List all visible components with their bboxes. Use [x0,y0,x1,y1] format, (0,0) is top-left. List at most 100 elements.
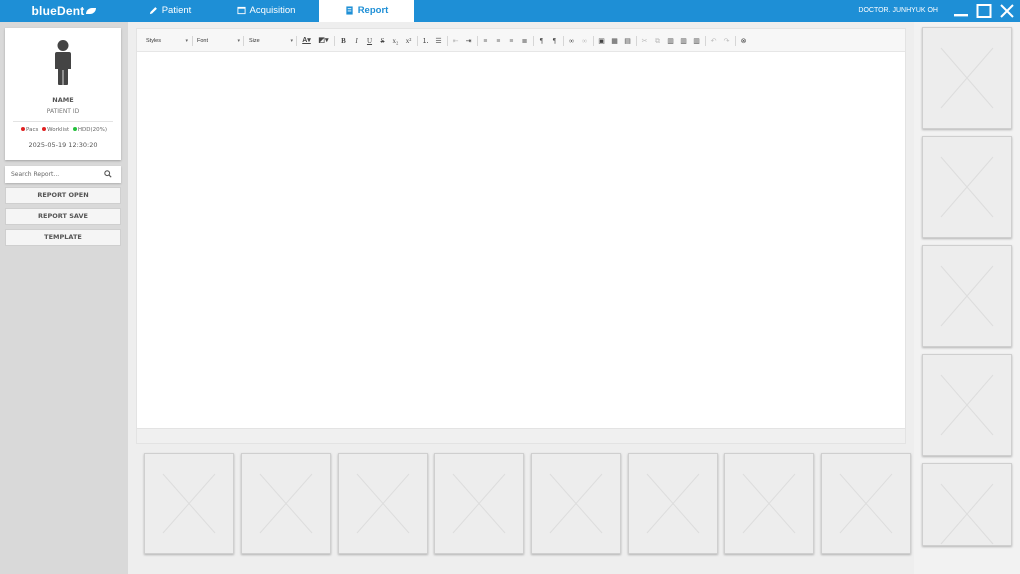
paste-word-icon[interactable]: ▥ [692,36,701,46]
card-divider [13,121,113,122]
hdd-status-dot [72,127,77,131]
table-icon[interactable]: ▦ [610,36,619,46]
person-icon [55,40,71,85]
tab-acquisition[interactable]: Acquisition [225,0,307,22]
indent-icon[interactable]: ⇥ [464,36,473,46]
tab-report[interactable]: Report [319,0,414,22]
empty-image-placeholder-icon [839,473,893,534]
image-thumbnail-slot[interactable] [922,354,1012,456]
search-placeholder: Search Report... [11,171,60,178]
subscript-icon[interactable]: x₂ [391,36,400,46]
toolbar-separator [563,36,564,46]
styles-dropdown[interactable]: Styles ▾ [146,37,188,45]
image-thumbnail-slot[interactable] [922,463,1012,546]
toolbar-separator [334,36,335,46]
empty-image-placeholder-icon [162,473,216,534]
bullet-list-icon[interactable]: ☰ [434,36,443,46]
empty-image-placeholder-icon [646,473,700,534]
text-direction-ltr-icon[interactable]: ¶ [537,36,546,46]
superscript-icon[interactable]: x² [404,36,413,46]
search-report-input[interactable]: Search Report... [5,166,121,183]
image-thumbnail-slot[interactable] [144,453,234,554]
unlink-icon[interactable]: ∞ [580,36,589,46]
size-dropdown[interactable]: Size ▾ [249,37,293,45]
worklist-status-dot [42,127,47,131]
toolbar-separator [296,36,297,46]
chevron-down-icon: ▾ [185,38,188,44]
close-icon[interactable] [999,3,1015,19]
toolbar-separator [593,36,594,46]
cut-icon[interactable]: ✂ [640,36,649,46]
monitor-icon [236,6,246,15]
editor-status-bar [137,428,905,443]
link-icon[interactable]: ∞ [567,36,576,46]
pencil-icon [149,7,157,15]
report-save-button[interactable]: REPORT SAVE [5,208,121,225]
top-bar: blueDent Patient Acquisition Report DOCT… [0,0,1020,22]
toolbar-separator [477,36,478,46]
search-icon[interactable] [104,170,112,178]
align-center-icon[interactable]: ≡ [494,36,503,46]
toolbar-separator [636,36,637,46]
bold-icon[interactable]: B [339,36,348,46]
document-icon [346,6,353,15]
image-thumbnail-slot[interactable] [922,245,1012,347]
numbered-list-icon[interactable]: ⒈ [421,36,430,46]
toolbar-separator [243,36,244,46]
font-dropdown[interactable]: Font ▾ [197,37,240,45]
toolbar-separator [447,36,448,46]
empty-image-placeholder-icon [259,473,313,534]
paste-text-icon[interactable]: ▥ [679,36,688,46]
text-color-icon[interactable]: A▾ [300,36,313,46]
image-thumbnail-slot[interactable] [531,453,621,554]
status-indicators: Pacs Worklist HDD(20%) [5,127,121,133]
toolbar-separator [192,36,193,46]
redo-icon[interactable]: ↷ [722,36,731,46]
toolbar-separator [705,36,706,46]
text-direction-rtl-icon[interactable]: ¶ [550,36,559,46]
app-logo: blueDent [0,0,128,22]
patient-timestamp: 2025-05-19 12:30:20 [28,141,98,149]
toolbar-separator [417,36,418,46]
horizontal-line-icon[interactable]: ▤ [623,36,632,46]
undo-icon[interactable]: ↶ [709,36,718,46]
copy-icon[interactable]: ⧉ [653,36,662,46]
maximize-icon[interactable] [976,3,992,19]
tab-patient[interactable]: Patient [135,0,205,22]
italic-icon[interactable]: I [352,36,361,46]
report-open-button[interactable]: REPORT OPEN [5,187,121,204]
outdent-icon[interactable]: ⇤ [451,36,460,46]
image-thumbnail-slot[interactable] [628,453,718,554]
paste-icon[interactable]: ▥ [666,36,675,46]
empty-image-placeholder-icon [940,374,994,436]
empty-image-placeholder-icon [549,473,603,534]
empty-image-placeholder-icon [940,265,994,327]
empty-image-placeholder-icon [742,473,796,534]
image-thumbnail-slot[interactable] [338,453,428,554]
align-left-icon[interactable]: ≡ [481,36,490,46]
doctor-name: DOCTOR. JUNHYUK OH [858,7,938,14]
template-button[interactable]: TEMPLATE [5,229,121,246]
align-right-icon[interactable]: ≡ [507,36,516,46]
toolbar-separator [735,36,736,46]
report-editor: Styles ▾ Font ▾ Size ▾ A▾ ◩▾ B I U S x₂ x² … [136,28,906,444]
left-panel: NAME PATIENT ID Pacs Worklist HDD(20%) 2… [0,22,128,574]
image-thumbnail-slot[interactable] [821,453,911,554]
remove-format-icon[interactable]: ⊗ [739,36,748,46]
image-thumbnail-slot[interactable] [241,453,331,554]
image-icon[interactable]: ▣ [597,36,606,46]
background-color-icon[interactable]: ◩▾ [317,36,330,46]
image-thumbnail-slot[interactable] [922,27,1012,129]
toolbar-separator [533,36,534,46]
minimize-icon[interactable] [953,3,969,19]
strikethrough-icon[interactable]: S [378,36,387,46]
pacs-status-dot [21,127,25,131]
image-thumbnail-slot[interactable] [434,453,524,554]
editor-content-area[interactable] [137,52,905,429]
underline-icon[interactable]: U [365,36,374,46]
align-justify-icon[interactable]: ≣ [520,36,529,46]
image-thumbnail-slot[interactable] [724,453,814,554]
image-thumbnail-slot[interactable] [922,136,1012,238]
leaf-icon [86,8,97,14]
patient-id: PATIENT ID [46,108,80,115]
